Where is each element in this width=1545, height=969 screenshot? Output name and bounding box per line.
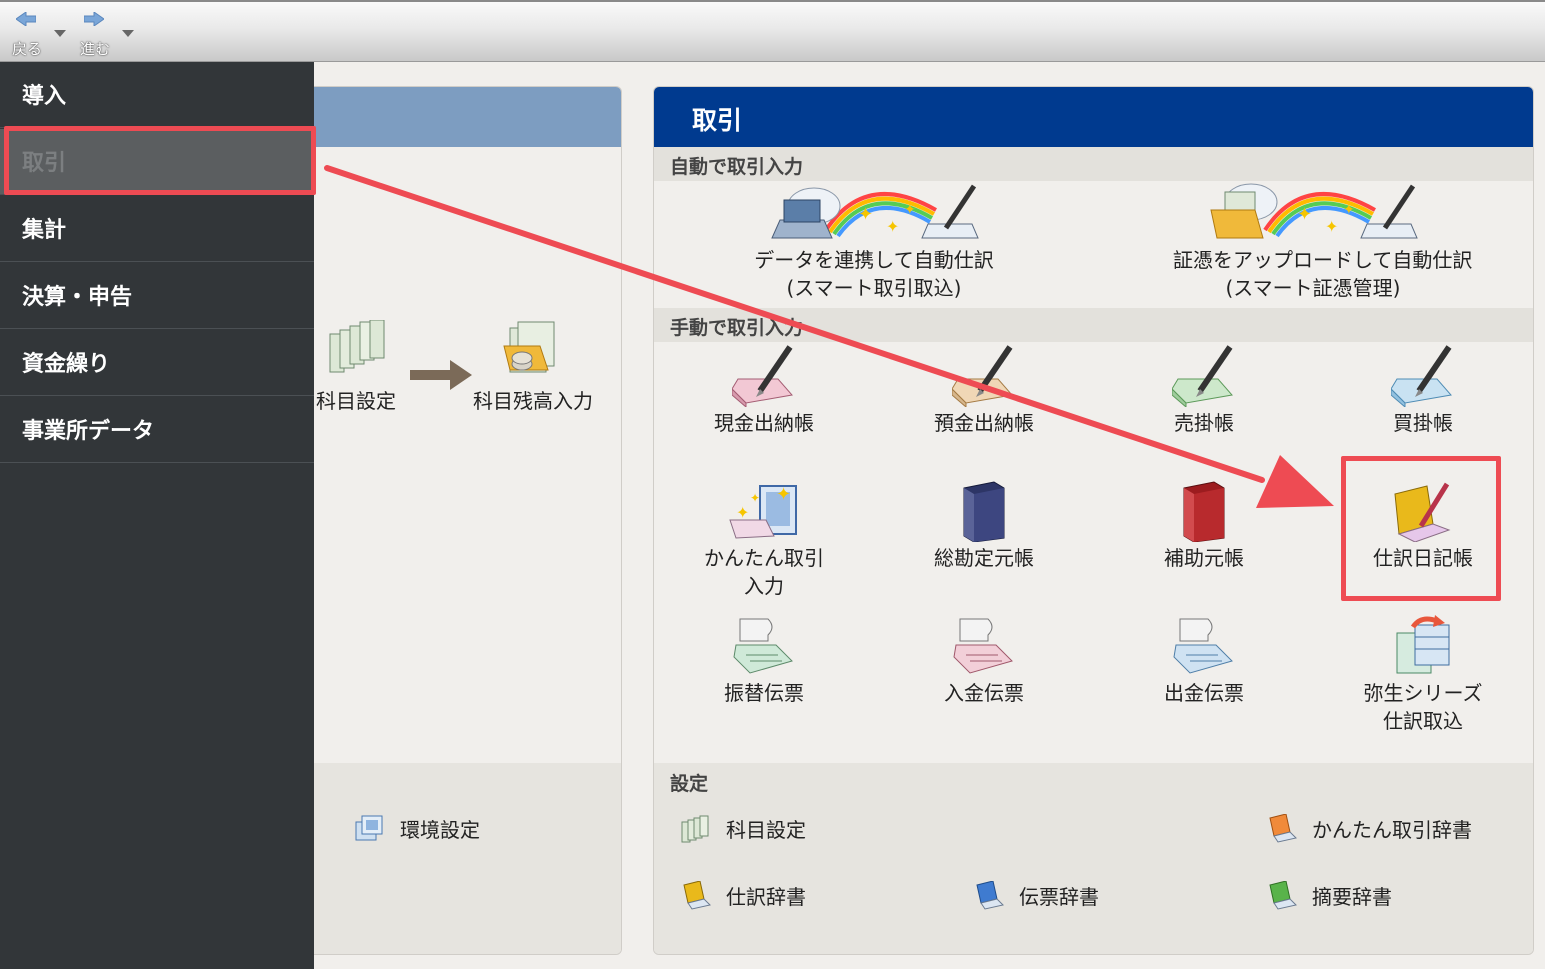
annotation-arrow xyxy=(324,165,1334,508)
